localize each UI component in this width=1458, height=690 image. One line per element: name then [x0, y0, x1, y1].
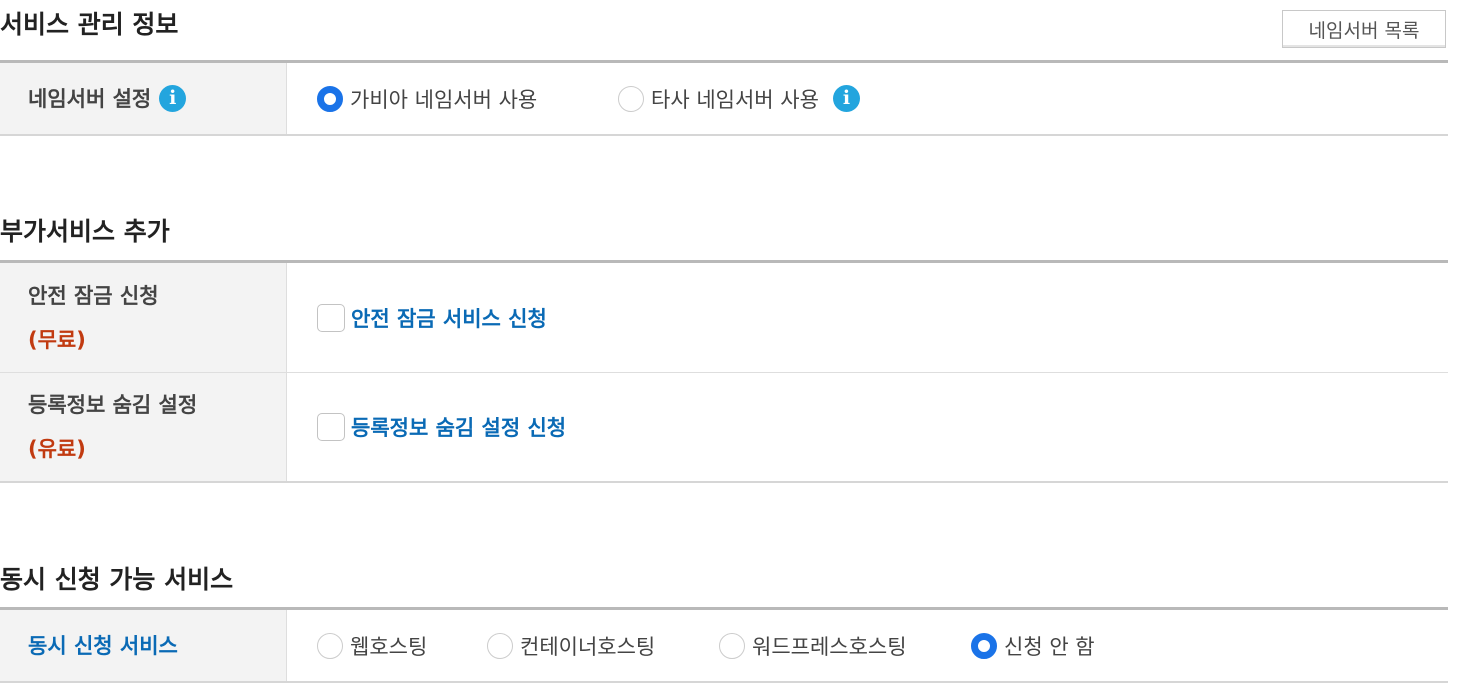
nameserver-setting-header: 네임서버 설정 i	[0, 63, 287, 134]
privacy-hide-header: 등록정보 숨김 설정 (유료)	[0, 373, 287, 481]
radio-label: 신청 안 함	[1004, 634, 1095, 659]
radio-web-hosting[interactable]: 웹호스팅	[317, 631, 487, 661]
nameserver-setting-label: 네임서버 설정	[28, 86, 152, 111]
nameserver-setting-options: 가비아 네임서버 사용 타사 네임서버 사용 i	[287, 63, 1448, 134]
safe-lock-header: 안전 잠금 신청 (무료)	[0, 263, 287, 372]
safe-lock-label: 안전 잠금 신청	[28, 283, 159, 308]
info-icon[interactable]: i	[832, 85, 860, 112]
concurrent-header: 동시 신청 서비스	[0, 610, 287, 681]
radio-container-hosting[interactable]: 컨테이너호스팅	[487, 631, 719, 661]
radio-label: 타사 네임서버 사용	[651, 87, 819, 112]
service-info-table: 네임서버 설정 i 가비아 네임서버 사용 타사 네임서버 사용 i	[0, 60, 1448, 136]
radio-button[interactable]	[487, 632, 513, 659]
addon-title: 부가서비스 추가	[0, 217, 170, 246]
radio-button-checked[interactable]	[971, 632, 997, 659]
nameserver-setting-row: 네임서버 설정 i 가비아 네임서버 사용 타사 네임서버 사용 i	[0, 63, 1448, 134]
checkbox[interactable]	[317, 413, 345, 441]
info-icon[interactable]: i	[159, 85, 187, 112]
radio-button[interactable]	[719, 632, 745, 659]
addon-table: 안전 잠금 신청 (무료) 안전 잠금 서비스 신청 등록정보 숨김 설정 (유…	[0, 260, 1448, 483]
concurrent-row: 동시 신청 서비스 웹호스팅 컨테이너호스팅 워드프레스호스팅 신청 안 함	[0, 610, 1448, 681]
checkbox[interactable]	[317, 303, 345, 332]
privacy-hide-label: 등록정보 숨김 설정	[28, 393, 198, 417]
radio-label: 가비아 네임서버 사용	[350, 87, 538, 112]
radio-other-nameserver[interactable]: 타사 네임서버 사용	[618, 84, 819, 114]
checkbox-label: 등록정보 숨김 설정 신청	[351, 416, 567, 440]
service-info-title: 서비스 관리 정보	[0, 10, 179, 39]
privacy-hide-cell: 등록정보 숨김 설정 신청	[287, 373, 1448, 481]
radio-no-application[interactable]: 신청 안 함	[971, 631, 1095, 661]
safe-lock-checkbox-option[interactable]: 안전 잠금 서비스 신청	[317, 303, 547, 333]
radio-label: 컨테이너호스팅	[520, 634, 656, 659]
privacy-hide-price: (유료)	[28, 437, 86, 461]
radio-gabia-nameserver[interactable]: 가비아 네임서버 사용	[317, 84, 618, 114]
safe-lock-row: 안전 잠금 신청 (무료) 안전 잠금 서비스 신청	[0, 263, 1448, 372]
nameserver-list-button[interactable]: 네임서버 목록	[1282, 10, 1446, 48]
radio-label: 워드프레스호스팅	[752, 634, 907, 659]
safe-lock-price: (무료)	[28, 327, 86, 352]
radio-wordpress-hosting[interactable]: 워드프레스호스팅	[719, 631, 971, 661]
radio-button-checked[interactable]	[317, 85, 343, 112]
concurrent-title: 동시 신청 가능 서비스	[0, 565, 234, 594]
concurrent-label: 동시 신청 서비스	[28, 633, 178, 658]
radio-button[interactable]	[317, 632, 343, 659]
radio-label: 웹호스팅	[350, 634, 428, 659]
radio-button[interactable]	[618, 85, 644, 112]
safe-lock-cell: 안전 잠금 서비스 신청	[287, 263, 1448, 372]
concurrent-table: 동시 신청 서비스 웹호스팅 컨테이너호스팅 워드프레스호스팅 신청 안 함	[0, 607, 1448, 683]
concurrent-options: 웹호스팅 컨테이너호스팅 워드프레스호스팅 신청 안 함	[287, 610, 1448, 681]
privacy-hide-checkbox-option[interactable]: 등록정보 숨김 설정 신청	[317, 412, 566, 442]
checkbox-label: 안전 잠금 서비스 신청	[351, 306, 547, 331]
privacy-hide-row: 등록정보 숨김 설정 (유료) 등록정보 숨김 설정 신청	[0, 372, 1448, 481]
